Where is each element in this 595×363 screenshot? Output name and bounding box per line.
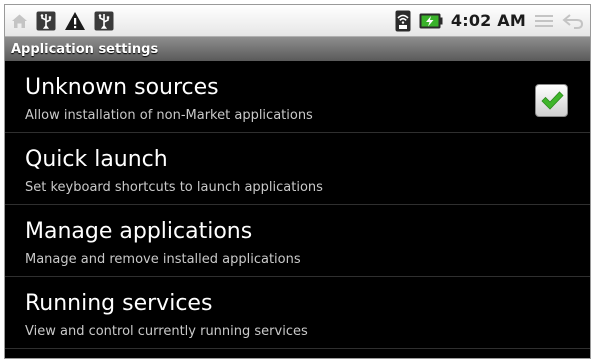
clock: 4:02 AM [450,11,526,30]
warning-icon [64,11,86,31]
menu-icon[interactable] [534,14,554,28]
title-bar: Application settings [5,36,590,61]
setting-manage-applications[interactable]: Manage applications Manage and remove in… [5,205,590,277]
setting-title: Manage applications [25,219,253,244]
setting-running-services[interactable]: Running services View and control curren… [5,277,590,349]
screen-frame: 4:02 AM Application settings Unknown sou [4,4,591,359]
setting-unknown-sources[interactable]: Unknown sources Allow installation of no… [5,61,590,133]
setting-summary: Manage and remove installed applications [25,252,301,267]
status-bar: 4:02 AM [5,5,590,36]
unknown-sources-checkbox[interactable] [535,84,568,117]
back-icon[interactable] [562,13,584,29]
setting-quick-launch[interactable]: Quick launch Set keyboard shortcuts to l… [5,133,590,205]
setting-summary: View and control currently running servi… [25,324,308,339]
checkmark-icon [540,90,564,110]
setting-title: Running services [25,291,213,316]
setting-title: Quick launch [25,147,168,172]
usb-icon [36,11,56,31]
usb-icon [94,11,114,31]
settings-list: Unknown sources Allow installation of no… [5,61,590,349]
setting-summary: Allow installation of non-Market applica… [25,108,313,123]
setting-summary: Set keyboard shortcuts to launch applica… [25,180,323,195]
home-icon[interactable] [11,13,28,29]
battery-charging-icon [419,13,443,29]
signal-icon [395,10,411,32]
setting-title: Unknown sources [25,75,219,100]
page-title: Application settings [11,41,159,57]
